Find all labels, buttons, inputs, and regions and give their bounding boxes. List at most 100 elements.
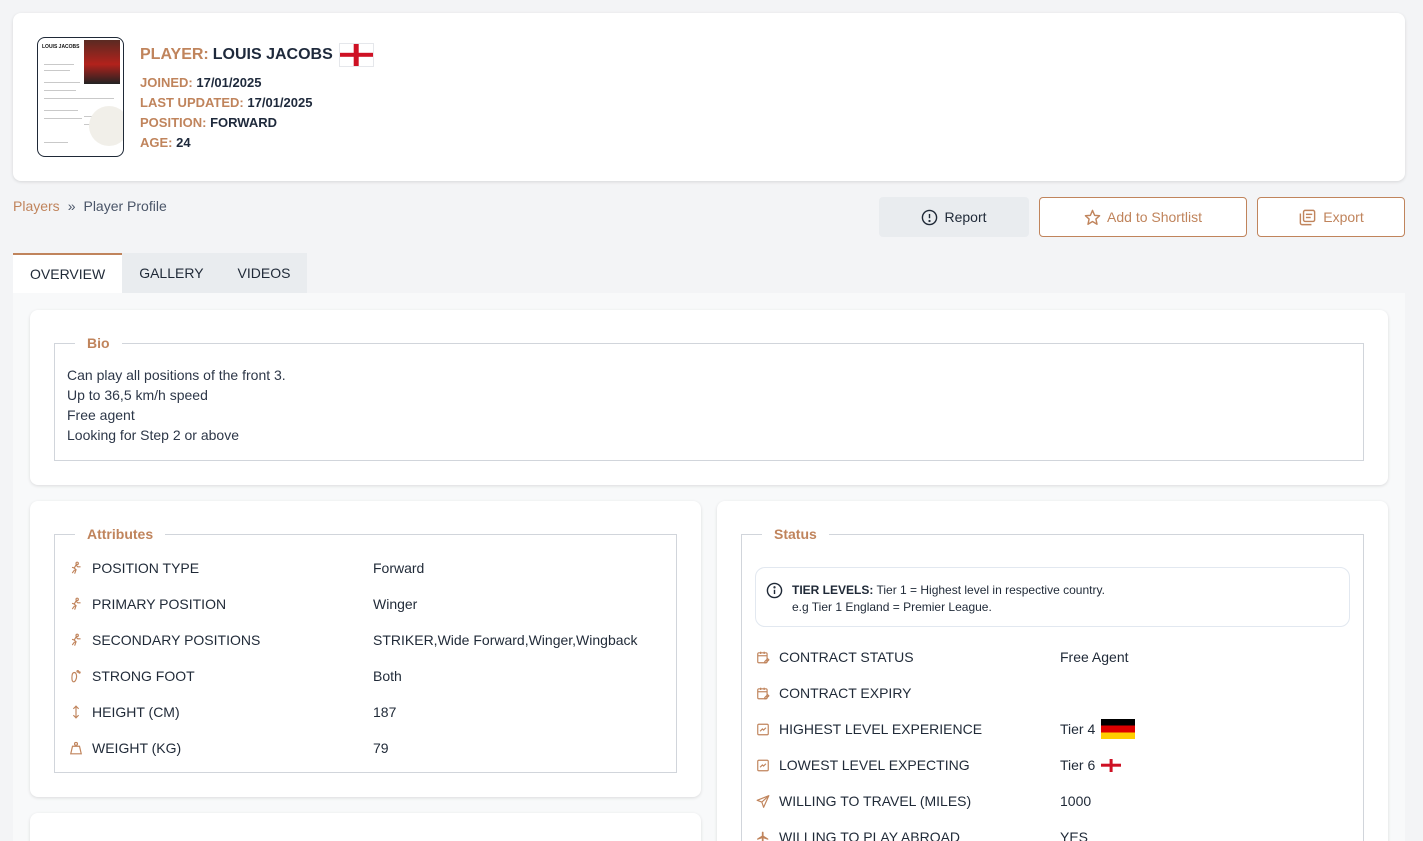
- status-row: CONTRACT EXPIRY: [756, 685, 912, 701]
- joined-label: JOINED:: [140, 75, 193, 90]
- attribute-value: 79: [373, 740, 389, 756]
- bio-fieldset: Bio Can play all positions of the front …: [54, 335, 1364, 461]
- bio-line: Can play all positions of the front 3.: [67, 367, 286, 383]
- export-button[interactable]: Export: [1257, 197, 1405, 237]
- star-icon: [1084, 209, 1101, 225]
- tab-overview[interactable]: OVERVIEW: [13, 253, 123, 293]
- running-icon: [69, 597, 83, 611]
- breadcrumb-separator: »: [67, 198, 76, 214]
- tier-info-example: e.g Tier 1 England = Premier League.: [792, 600, 992, 614]
- status-value: Tier 6: [1060, 757, 1096, 773]
- age-label: AGE:: [140, 135, 173, 150]
- tier-levels-info: TIER LEVELS: Tier 1 = Highest level in r…: [755, 567, 1350, 627]
- shortlist-button-label: Add to Shortlist: [1107, 209, 1202, 225]
- player-meta: JOINED: 17/01/2025 LAST UPDATED: 17/01/2…: [140, 73, 374, 153]
- status-row: LOWEST LEVEL EXPECTING: [756, 757, 970, 773]
- profile-tabs: OVERVIEW GALLERY VIDEOS: [13, 253, 308, 293]
- attribute-value: Both: [373, 668, 402, 684]
- thumbnail-title: LOUIS JACOBS: [42, 44, 80, 50]
- attribute-value: 187: [373, 704, 397, 720]
- position-value: FORWARD: [210, 115, 278, 130]
- bio-text: Can play all positions of the front 3. U…: [55, 351, 1363, 445]
- attributes-title: Attributes: [87, 526, 154, 542]
- status-label: WILLING TO PLAY ABROAD: [779, 829, 961, 841]
- attribute-row: POSITION TYPE: [69, 560, 199, 576]
- last-updated-label: LAST UPDATED:: [140, 95, 244, 110]
- status-value: 1000: [1060, 793, 1092, 809]
- joined-value: 17/01/2025: [196, 75, 262, 90]
- report-button-label: Report: [944, 209, 987, 225]
- status-row: HIGHEST LEVEL EXPERIENCE: [756, 721, 982, 737]
- tab-videos[interactable]: VIDEOS: [220, 253, 308, 293]
- running-icon: [69, 561, 83, 575]
- breadcrumb: Players » Player Profile: [13, 198, 167, 214]
- bio-line: Looking for Step 2 or above: [67, 427, 240, 443]
- attribute-row: STRONG FOOT: [69, 668, 195, 684]
- attribute-label: HEIGHT (CM): [92, 704, 180, 720]
- status-title: Status: [774, 526, 817, 542]
- bio-title: Bio: [87, 335, 110, 351]
- running-icon: [69, 633, 83, 647]
- age-value: 24: [176, 135, 191, 150]
- height-icon: [69, 705, 83, 719]
- tier-info-description: Tier 1 = Highest level in respective cou…: [876, 583, 1105, 597]
- status-label: LOWEST LEVEL EXPECTING: [779, 757, 970, 773]
- plane-icon: [756, 830, 770, 841]
- breadcrumb-players-link[interactable]: Players: [13, 198, 60, 214]
- calendar-edit-icon: [756, 650, 770, 664]
- attribute-label: WEIGHT (KG): [92, 740, 182, 756]
- alert-circle-icon: [922, 209, 938, 225]
- attribute-value: STRIKER,Wide Forward,Winger,Wingback: [373, 632, 638, 648]
- additional-panel: [30, 813, 701, 841]
- player-name-row: PLAYER: LOUIS JACOBS: [140, 43, 374, 67]
- add-to-shortlist-button[interactable]: Add to Shortlist: [1039, 197, 1247, 237]
- attribute-value: Winger: [373, 596, 418, 612]
- attribute-row: WEIGHT (KG): [69, 740, 181, 756]
- attribute-row: HEIGHT (CM): [69, 704, 180, 720]
- status-value: Free Agent: [1060, 649, 1129, 665]
- tab-gallery[interactable]: GALLERY: [122, 253, 221, 293]
- status-row: WILLING TO TRAVEL (MILES): [756, 793, 971, 809]
- position-label: POSITION:: [140, 115, 207, 130]
- calendar-edit-icon: [756, 686, 770, 700]
- attribute-label: SECONDARY POSITIONS: [92, 632, 261, 648]
- germany-flag-icon: [1101, 719, 1136, 739]
- player-name-label: PLAYER:: [140, 46, 209, 63]
- england-flag-icon: [338, 43, 374, 67]
- attribute-label: STRONG FOOT: [92, 668, 195, 684]
- attribute-value: Forward: [373, 560, 425, 576]
- tier-info-label: TIER LEVELS:: [792, 583, 874, 597]
- player-photo: [84, 40, 120, 84]
- report-button[interactable]: Report: [879, 197, 1029, 237]
- status-value-row: Tier 4: [1060, 719, 1136, 739]
- player-profile-thumbnail[interactable]: LOUIS JACOBS: [37, 37, 124, 157]
- info-icon: [766, 582, 783, 599]
- england-flag-icon: [1101, 758, 1122, 772]
- status-label: HIGHEST LEVEL EXPERIENCE: [779, 721, 983, 737]
- trend-up-icon: [756, 722, 770, 736]
- status-row: CONTRACT STATUS: [756, 649, 914, 665]
- player-header-card: LOUIS JACOBS PLAYER: LOUIS JACOBS JOINED…: [13, 13, 1405, 181]
- status-value: Tier 4: [1060, 721, 1096, 737]
- breadcrumb-current: Player Profile: [83, 198, 167, 214]
- bio-panel: Bio Can play all positions of the front …: [30, 310, 1388, 485]
- last-updated-value: 17/01/2025: [247, 95, 313, 110]
- send-icon: [756, 794, 770, 808]
- attribute-row: SECONDARY POSITIONS: [69, 632, 260, 648]
- status-label: WILLING TO TRAVEL (MILES): [779, 793, 972, 809]
- trend-up-icon: [756, 758, 770, 772]
- status-label: CONTRACT EXPIRY: [779, 685, 912, 701]
- attribute-label: POSITION TYPE: [92, 560, 200, 576]
- footprint-icon: [69, 669, 83, 683]
- status-label: CONTRACT STATUS: [779, 649, 914, 665]
- weight-icon: [69, 741, 83, 755]
- tier-info-text: TIER LEVELS: Tier 1 = Highest level in r…: [792, 582, 1105, 616]
- player-info: PLAYER: LOUIS JACOBS JOINED: 17/01/2025 …: [140, 43, 374, 153]
- pdf-icon: [1299, 209, 1316, 225]
- status-row: WILLING TO PLAY ABROAD: [756, 829, 960, 841]
- status-value-row: Tier 6: [1060, 757, 1122, 773]
- export-button-label: Export: [1323, 209, 1364, 225]
- attribute-label: PRIMARY POSITION: [92, 596, 227, 612]
- bio-line: Free agent: [67, 407, 135, 423]
- player-name: LOUIS JACOBS: [212, 46, 333, 63]
